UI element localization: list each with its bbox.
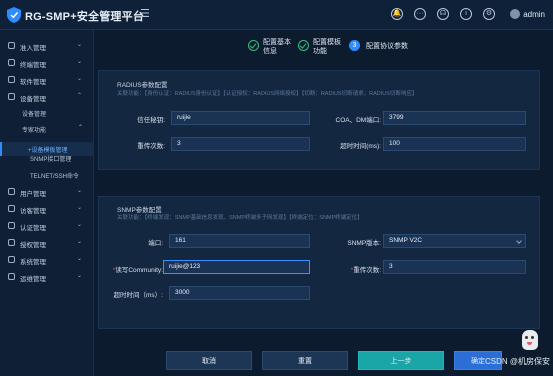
menu-toggle-icon[interactable]: ☰ <box>140 8 150 20</box>
headset-icon[interactable]: ☊ <box>437 8 449 20</box>
sidebar-item-label: 设备管理 <box>20 96 46 103</box>
ops-icon <box>8 273 15 280</box>
chevron-down-icon: ⌄ <box>76 76 82 82</box>
info-icon[interactable]: i <box>460 8 472 20</box>
radius-desc: 关联功能：【身份认证：RADIUS身份认证】【认证授权：RADIUS网络授权】【… <box>117 91 418 97</box>
sidebar-item-access[interactable]: 准入管理 ⌄ <box>0 38 94 54</box>
visitor-icon <box>8 205 15 212</box>
device-icon <box>8 93 15 100</box>
snmp-port-input[interactable]: 161 <box>169 234 310 248</box>
chevron-down-icon: ⌄ <box>76 222 82 228</box>
sidebar-item-label: 认证管理 <box>20 225 46 232</box>
snmp-version-select[interactable]: SNMP V2C <box>383 234 526 248</box>
username: admin <box>523 10 545 19</box>
sidebar-item-ops[interactable]: 运维管理 ⌄ <box>0 269 94 285</box>
sidebar-item-license[interactable]: 授权管理 ⌄ <box>0 235 94 251</box>
step-1-label: 配置基本 信息 <box>263 39 291 55</box>
sidebar-sub-template-manage[interactable]: +设备模板管理 <box>28 145 68 154</box>
radius-panel: RADIUS参数配置 关联功能：【身份认证：RADIUS身份认证】【认证授权：R… <box>98 70 540 170</box>
sidebar-sub-expert[interactable]: 专家功能 <box>22 125 46 134</box>
system-icon <box>8 256 15 263</box>
snmp-timeout-label: 超时时间（ms）: <box>113 292 163 299</box>
rw-community-label: *读写Community: <box>105 264 163 274</box>
avatar <box>510 9 521 19</box>
watermark: CSDN @机房保安 <box>484 357 550 366</box>
auth-icon <box>8 222 15 229</box>
software-icon <box>8 76 15 83</box>
mascot-icon <box>522 330 538 350</box>
license-icon <box>8 239 15 246</box>
snmp-version-label: SNMP版本: <box>347 240 381 247</box>
snmp-retry-label: *重传次数: <box>325 264 381 274</box>
sidebar-item-label: 终端管理 <box>20 62 46 69</box>
chevron-down-icon: ⌄ <box>76 273 82 279</box>
sidebar-sub-snmp[interactable]: SNMP接口管理 <box>30 154 71 163</box>
radius-timeout-label: 超时时间(ms): <box>340 143 381 150</box>
snmp-retry-input[interactable]: 3 <box>383 260 526 274</box>
step-3-number: 3 <box>349 40 360 51</box>
coa-port-input[interactable]: 3799 <box>383 111 526 125</box>
step-2-label: 配置模板 功能 <box>313 39 341 55</box>
more-icon[interactable]: ··· <box>414 8 426 20</box>
chevron-down-icon: ⌄ <box>76 59 82 65</box>
notification-bell-icon[interactable]: 🔔 <box>391 8 403 20</box>
shield-logo-icon <box>7 7 21 23</box>
rw-community-input[interactable]: ruijie@123 <box>163 260 310 274</box>
sidebar: 准入管理 ⌄ 终端管理 ⌄ 软件管理 ⌄ 设备管理 ⌃ 设备管理 专家功能 ⌃ +设备模… <box>0 30 94 376</box>
radius-title: RADIUS参数配置 <box>117 82 168 89</box>
reset-button[interactable]: 重置 <box>262 351 348 370</box>
chevron-down-icon: ⌄ <box>76 256 82 262</box>
step-done-icon <box>298 40 309 51</box>
sidebar-item-auth[interactable]: 认证管理 ⌄ <box>0 218 94 234</box>
sidebar-sub-device-manage[interactable]: 设备管理 <box>22 109 46 118</box>
chevron-down-icon: ⌄ <box>76 205 82 211</box>
chevron-down-icon: ⌄ <box>76 239 82 245</box>
snmp-retry-label-text: 重传次数: <box>353 267 381 274</box>
settings-icon[interactable]: ⚙ <box>483 8 495 20</box>
sidebar-item-label: 运维管理 <box>20 276 46 283</box>
chevron-down-icon: ⌄ <box>76 42 82 48</box>
radius-retry-label: 重传次数: <box>137 143 165 150</box>
cancel-button[interactable]: 取消 <box>166 351 252 370</box>
sidebar-item-label: 系统管理 <box>20 259 46 266</box>
secret-label: 信任秘钥: <box>137 117 165 124</box>
top-bar: RG-SMP+安全管理平台 ☰ 🔔 ··· ☊ i ⚙ admin <box>0 0 553 30</box>
chevron-up-icon: ⌃ <box>78 125 84 131</box>
sidebar-item-label: 准入管理 <box>20 45 46 52</box>
sidebar-item-system[interactable]: 系统管理 ⌄ <box>0 252 94 268</box>
snmp-port-label: 端口: <box>148 240 163 247</box>
terminal-icon <box>8 59 15 66</box>
sidebar-item-label: 授权管理 <box>20 242 46 249</box>
sidebar-item-visitor[interactable]: 访客管理 ⌄ <box>0 201 94 217</box>
step-done-icon <box>248 40 259 51</box>
snmp-panel: SNMP参数配置 关联功能：【终端发现：SNMP基础信息发现、SNMP终端多子网… <box>98 196 540 329</box>
top-icon-group: 🔔 ··· ☊ i ⚙ <box>391 8 495 20</box>
snmp-timeout-input[interactable]: 3000 <box>169 286 310 300</box>
sidebar-item-software[interactable]: 软件管理 ⌄ <box>0 72 94 88</box>
snmp-desc: 关联功能：【终端发现：SNMP基础信息发现、SNMP终端多子网发现】【终端定位：… <box>117 215 363 221</box>
prev-step-button[interactable]: 上一步 <box>358 351 444 370</box>
chevron-down-icon: ⌄ <box>76 188 82 194</box>
chevron-up-icon: ⌃ <box>76 93 82 99</box>
user-icon <box>8 188 15 195</box>
sidebar-sub-telnet[interactable]: TELNET/SSH命令 <box>30 171 79 180</box>
sidebar-item-label: 软件管理 <box>20 79 46 86</box>
app-title: RG-SMP+安全管理平台 <box>25 11 145 23</box>
sidebar-item-device[interactable]: 设备管理 ⌃ <box>0 89 94 105</box>
rw-community-label-text: 读写Community: <box>115 267 163 274</box>
coa-port-label: COA、DM端口: <box>335 117 382 124</box>
sidebar-item-terminal[interactable]: 终端管理 ⌄ <box>0 55 94 71</box>
radius-timeout-input[interactable]: 100 <box>383 137 526 151</box>
sidebar-item-label: 用户管理 <box>20 191 46 198</box>
secret-input[interactable]: ruijie <box>171 111 310 125</box>
user-menu[interactable]: admin <box>510 9 545 19</box>
step-3-label: 配置协议参数 <box>366 43 408 50</box>
sidebar-item-label: 访客管理 <box>20 208 46 215</box>
access-icon <box>8 42 15 49</box>
radius-retry-input[interactable]: 3 <box>171 137 310 151</box>
sidebar-item-user[interactable]: 用户管理 ⌄ <box>0 184 94 200</box>
